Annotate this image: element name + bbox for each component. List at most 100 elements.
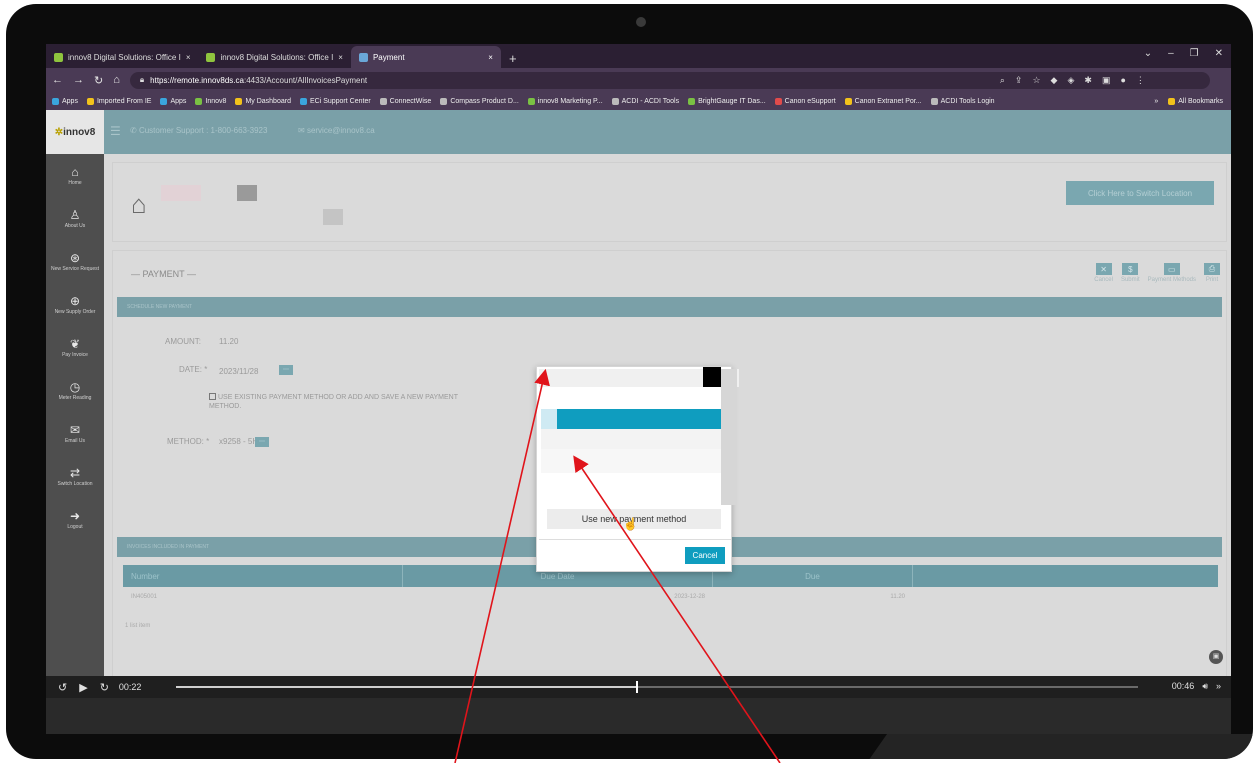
profile-icon[interactable]: ● (1120, 75, 1125, 86)
action-cancel-button[interactable]: ✕ Cancel (1094, 263, 1113, 283)
action-submit-button[interactable]: $ Submit (1121, 263, 1140, 283)
column-header[interactable]: Due (713, 565, 913, 587)
column-header[interactable]: Number (123, 565, 403, 587)
tab-label: innov8 Digital Solutions: Office I (68, 52, 181, 62)
payment-method-row[interactable] (541, 429, 721, 449)
handshake-icon: ❦ (69, 336, 81, 351)
video-progress-track[interactable] (176, 681, 1138, 693)
site-logo[interactable]: ✲ innov8 (46, 110, 104, 154)
more-bookmarks-icon[interactable]: » (1154, 98, 1158, 105)
menu-icon[interactable]: ⋮ (1136, 75, 1145, 86)
device-shine (844, 734, 1253, 759)
bookmark[interactable]: Compass Product D... (440, 97, 519, 105)
sidebar-item[interactable]: ➜ Logout (46, 498, 104, 541)
bookmark[interactable]: Innov8 (195, 97, 226, 105)
hamburger-menu-icon[interactable]: ☰ (110, 124, 121, 138)
bookmark[interactable]: ECi Support Center (299, 97, 371, 105)
bookmark[interactable]: Apps (160, 97, 186, 105)
volume-icon[interactable]: 🔊︎ (1202, 681, 1208, 692)
screen-capture-icon[interactable]: ▣ (1209, 650, 1223, 664)
tab-close-icon[interactable]: × (186, 53, 191, 62)
new-tab-button[interactable]: + (501, 51, 525, 68)
bookmark[interactable]: innov8 Marketing P... (527, 97, 603, 105)
support-email[interactable]: ✉ service@innov8.ca (298, 126, 375, 135)
forward-icon[interactable]: ↻ (100, 681, 109, 694)
bookmark[interactable]: Apps (52, 97, 78, 105)
sidebar-item[interactable]: ⇄ Switch Location (46, 455, 104, 498)
tab-innov8-1[interactable]: innov8 Digital Solutions: Office I × (46, 46, 198, 68)
page-title: — PAYMENT — (131, 269, 197, 279)
tab-label: innov8 Digital Solutions: Office I (220, 52, 334, 62)
tab-search-icon[interactable]: ⌄ (1144, 48, 1152, 59)
payment-method-row[interactable] (541, 449, 721, 473)
sidebar-item[interactable]: ♙ About Us (46, 197, 104, 240)
bookmark[interactable]: Canon Extranet Por... (844, 97, 922, 105)
reload-icon[interactable]: ↻ (94, 74, 103, 87)
switch-location-button[interactable]: Click Here to Switch Location (1066, 181, 1214, 205)
selected-payment-method-row[interactable] (557, 409, 721, 429)
table-row[interactable]: IN405001 2023-12-28 11.20 (123, 587, 1218, 607)
checkbox-icon[interactable] (209, 393, 216, 400)
minimize-icon[interactable]: – (1168, 48, 1174, 59)
tab-payment[interactable]: Payment × (350, 46, 501, 68)
method-label: METHOD: * (167, 437, 210, 446)
video-progress-thumb[interactable] (635, 681, 638, 693)
dashboard-icon (235, 97, 243, 105)
canon-icon (774, 97, 782, 105)
modal-scrollbar[interactable] (721, 369, 737, 505)
logout-icon: ➜ (69, 508, 81, 523)
payment-actions: ✕ Cancel $ Submit ▭ Payment Methods ⎙ Print (1094, 263, 1220, 283)
action-payment-methods-button[interactable]: ▭ Payment Methods (1148, 263, 1196, 283)
sidebar-item[interactable]: ⌂ Home (46, 154, 104, 197)
calendar-button[interactable]: ⋯ (279, 365, 293, 375)
forward-icon[interactable]: → (73, 74, 84, 86)
back-icon[interactable]: ← (52, 74, 63, 86)
date-value[interactable]: 2023/11/28 (219, 367, 258, 376)
bookmark[interactable]: ACDI Tools Login (930, 97, 995, 105)
innov8-favicon-icon (54, 52, 63, 62)
bookmark[interactable]: Canon eSupport (774, 97, 836, 105)
method-value[interactable]: x9258 - 5H (219, 437, 258, 446)
sidebar-item[interactable]: ❦ Pay Invoice (46, 326, 104, 369)
rewind-icon[interactable]: ↺ (58, 681, 67, 694)
restore-icon[interactable]: ❐ (1190, 48, 1199, 59)
location-panel: ⌂ Click Here to Switch Location (112, 162, 1227, 242)
sidebar-item[interactable]: ⊕ New Supply Order (46, 283, 104, 326)
bookmark[interactable]: Imported From IE (86, 97, 151, 105)
url-host: https://remote.innov8ds.ca (150, 75, 244, 85)
redacted-block (161, 185, 201, 201)
tab-close-icon[interactable]: × (488, 53, 493, 62)
use-existing-checkbox-row[interactable]: USE EXISTING PAYMENT METHOD OR ADD AND S… (209, 393, 479, 411)
logo-mark-icon: ✲ (54, 126, 64, 138)
sidebar-item[interactable]: ⊛ New Service Request (46, 240, 104, 283)
list-item-count: 1 list item (125, 623, 151, 629)
bookmark[interactable]: ACDI - ACDI Tools (611, 97, 679, 105)
column-header-empty (913, 565, 1218, 587)
close-window-icon[interactable]: ✕ (1215, 48, 1223, 59)
extension-icon[interactable]: ◆ (1051, 75, 1058, 86)
zoom-icon[interactable]: ⌕ (1000, 75, 1005, 86)
bookmark[interactable]: ConnectWise (379, 97, 431, 105)
invoice-due: 11.20 (890, 594, 905, 600)
sidepanel-icon[interactable]: ▣ (1102, 75, 1111, 86)
puzzle-icon[interactable]: ✱ (1084, 75, 1092, 86)
amount-label: AMOUNT: (165, 337, 201, 346)
user-icon: ♙ (69, 207, 81, 222)
current-time: 00:22 (118, 682, 142, 692)
star-icon[interactable]: ☆ (1032, 75, 1040, 86)
action-print-button[interactable]: ⎙ Print (1204, 263, 1220, 283)
share-icon[interactable]: ⇪ (1015, 75, 1023, 86)
sidebar-item[interactable]: ✉ Email Us (46, 412, 104, 455)
method-select-button[interactable]: ⋯ (255, 437, 269, 447)
home-browser-icon[interactable]: ⌂ (113, 74, 120, 86)
bookmark[interactable]: My Dashboard (235, 97, 291, 105)
all-bookmarks[interactable]: All Bookmarks (1168, 97, 1223, 105)
sidebar-item[interactable]: ◷ Meter Reading (46, 369, 104, 412)
tab-innov8-2[interactable]: innov8 Digital Solutions: Office I × (198, 46, 350, 68)
tab-close-icon[interactable]: × (338, 53, 343, 62)
extension-icon[interactable]: ◈ (1067, 75, 1074, 86)
bookmark[interactable]: BrightGauge IT Das... (688, 97, 766, 105)
modal-cancel-button[interactable]: Cancel (685, 547, 725, 564)
skip-icon[interactable]: » (1216, 681, 1221, 692)
play-icon[interactable]: ▶ (79, 681, 87, 694)
